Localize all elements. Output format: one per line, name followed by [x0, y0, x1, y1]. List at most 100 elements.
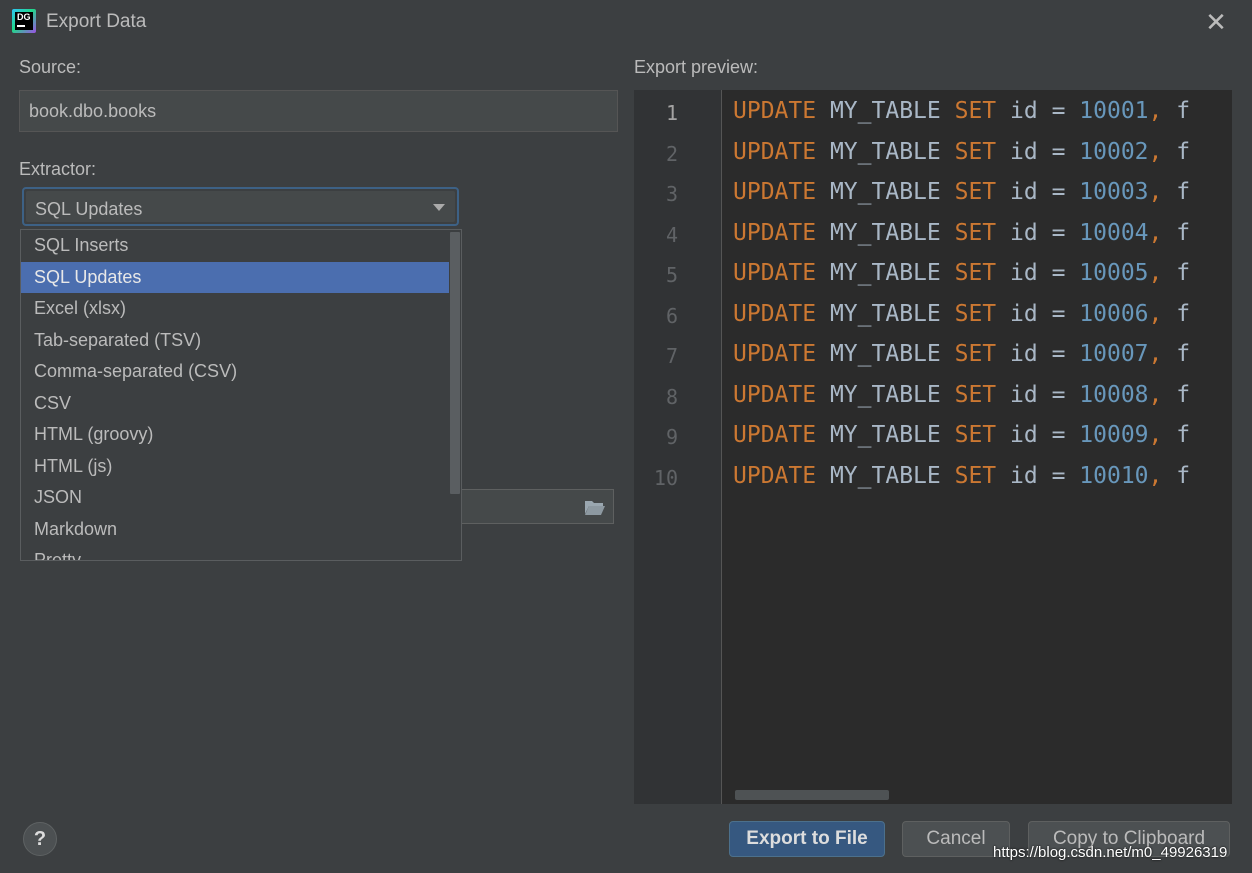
dropdown-scrollbar[interactable]: [449, 230, 461, 560]
watermark-text: https://blog.csdn.net/m0_49926319: [993, 844, 1228, 861]
line-number: 5: [665, 263, 678, 287]
column-name: id: [1010, 98, 1038, 124]
truncated-text: f: [1176, 98, 1191, 124]
truncated-text: f: [1176, 462, 1191, 489]
sql-keyword-update: UPDATE: [733, 219, 817, 246]
line-number: 9: [665, 425, 678, 449]
extractor-option[interactable]: Pretty: [21, 545, 449, 560]
line-number: 10: [653, 465, 678, 490]
code-line: UPDATE MY_TABLE SET id = 10006, f: [733, 301, 1190, 327]
column-name: id: [1010, 260, 1038, 286]
window-title: Export Data: [46, 11, 147, 32]
id-value: 10007: [1079, 341, 1149, 367]
column-name: id: [1010, 341, 1038, 367]
extractor-option[interactable]: SQL Inserts: [21, 230, 449, 261]
line-number: 2: [665, 141, 678, 166]
column-name: id: [1010, 422, 1038, 448]
code-line: UPDATE MY_TABLE SET id = 10007, f: [733, 341, 1190, 367]
sql-keyword-set: SET: [954, 219, 997, 246]
extractor-option[interactable]: JSON: [21, 482, 449, 513]
sql-keyword-update: UPDATE: [733, 422, 817, 448]
comma: ,: [1148, 381, 1163, 408]
line-number: 3: [665, 182, 678, 206]
sql-keyword-update: UPDATE: [733, 300, 817, 327]
id-value: 10003: [1079, 179, 1149, 205]
comma: ,: [1148, 260, 1163, 286]
output-path-field[interactable]: [440, 489, 614, 524]
table-name: MY_TABLE: [829, 260, 941, 286]
line-number: 1: [665, 101, 678, 125]
comma: ,: [1148, 462, 1163, 489]
sql-keyword-update: UPDATE: [733, 462, 817, 489]
extractor-option[interactable]: Excel (xlsx): [21, 293, 449, 324]
operator: =: [1051, 219, 1066, 246]
export-preview-editor[interactable]: 1 2 3 4 5 6 7 8 9 10 UPDATE MY_TABLE SET id = 100…: [634, 90, 1232, 804]
sql-keyword-update: UPDATE: [733, 341, 817, 367]
truncated-text: f: [1176, 179, 1191, 205]
operator: =: [1051, 300, 1066, 327]
truncated-text: f: [1176, 381, 1191, 408]
column-name: id: [1010, 219, 1038, 246]
id-value: 10010: [1079, 462, 1149, 489]
extractor-option[interactable]: HTML (groovy): [21, 419, 449, 450]
extractor-option[interactable]: HTML (js): [21, 451, 449, 482]
comma: ,: [1148, 422, 1163, 448]
comma: ,: [1148, 179, 1163, 205]
extractor-label: Extractor:: [19, 159, 97, 179]
truncated-text: f: [1176, 422, 1191, 448]
sql-keyword-update: UPDATE: [733, 260, 817, 286]
id-value: 10009: [1079, 422, 1149, 448]
table-name: MY_TABLE: [829, 179, 941, 205]
table-name: MY_TABLE: [829, 138, 941, 165]
source-field[interactable]: book.dbo.books: [19, 90, 618, 132]
table-name: MY_TABLE: [829, 98, 941, 124]
extractor-option[interactable]: Tab-separated (TSV): [21, 325, 449, 356]
operator: =: [1051, 381, 1066, 408]
table-name: MY_TABLE: [829, 422, 941, 448]
datagrip-app-icon: DG: [12, 9, 36, 33]
table-name: MY_TABLE: [829, 462, 941, 489]
sql-keyword-update: UPDATE: [733, 138, 817, 165]
code-line: UPDATE MY_TABLE SET id = 10004, f: [733, 220, 1190, 246]
column-name: id: [1010, 462, 1038, 489]
column-name: id: [1010, 300, 1038, 327]
chevron-down-icon[interactable]: [433, 204, 445, 211]
line-number: 6: [665, 303, 678, 328]
id-value: 10006: [1079, 300, 1149, 327]
comma: ,: [1148, 98, 1163, 124]
sql-keyword-set: SET: [954, 98, 997, 124]
sql-keyword-set: SET: [954, 381, 997, 408]
truncated-text: f: [1176, 260, 1191, 286]
column-name: id: [1010, 381, 1038, 408]
folder-open-icon[interactable]: [584, 498, 606, 516]
horizontal-scrollbar-thumb[interactable]: [735, 790, 889, 800]
code-line: UPDATE MY_TABLE SET id = 10002, f: [733, 139, 1190, 165]
help-button[interactable]: ?: [23, 822, 57, 856]
truncated-text: f: [1176, 138, 1191, 165]
code-line: UPDATE MY_TABLE SET id = 10009, f: [733, 422, 1190, 448]
code-line: UPDATE MY_TABLE SET id = 10005, f: [733, 260, 1190, 286]
extractor-option[interactable]: SQL Updates: [21, 261, 449, 293]
sql-keyword-set: SET: [954, 341, 997, 367]
sql-keyword-set: SET: [954, 179, 997, 205]
table-name: MY_TABLE: [829, 341, 941, 367]
extractor-option[interactable]: CSV: [21, 388, 449, 419]
id-value: 10004: [1079, 219, 1149, 246]
truncated-text: f: [1176, 300, 1191, 327]
line-number: 8: [665, 384, 678, 409]
extractor-option[interactable]: Comma-separated (CSV): [21, 356, 449, 387]
source-label: Source:: [19, 57, 82, 77]
comma: ,: [1148, 300, 1163, 327]
extractor-combobox[interactable]: SQL Updates: [22, 187, 459, 226]
sql-keyword-update: UPDATE: [733, 98, 817, 124]
operator: =: [1051, 179, 1066, 205]
extractor-dropdown-list[interactable]: SQL Inserts SQL Updates Excel (xlsx) Tab-se…: [20, 229, 462, 561]
sql-keyword-set: SET: [954, 138, 997, 165]
export-to-file-button[interactable]: Export to File: [729, 821, 885, 857]
column-name: id: [1010, 179, 1038, 205]
close-icon[interactable]: ✕: [1200, 6, 1232, 38]
operator: =: [1051, 422, 1066, 448]
extractor-option[interactable]: Markdown: [21, 514, 449, 545]
id-value: 10002: [1079, 138, 1149, 165]
dropdown-scrollbar-thumb[interactable]: [450, 232, 460, 494]
